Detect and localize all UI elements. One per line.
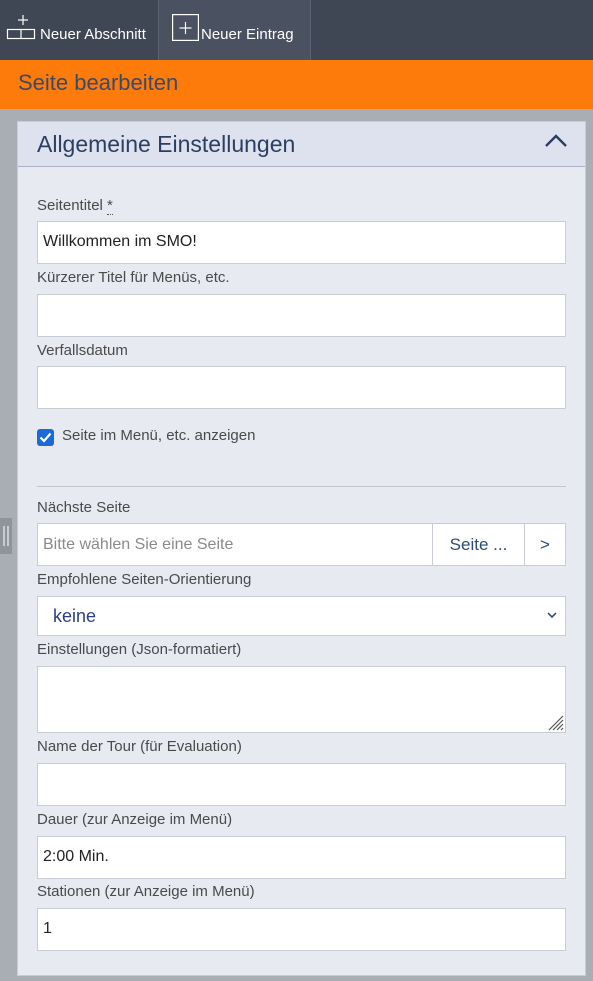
new-section-label: Neuer Abschnitt [40, 26, 146, 43]
settings-json-label: Einstellungen (Json-formatiert) [37, 641, 242, 658]
tour-name-label: Name der Tour (für Evaluation) [37, 738, 242, 755]
short-title-label: Kürzerer Titel für Menüs, etc. [37, 269, 230, 286]
chevron-up-icon[interactable] [543, 131, 569, 151]
duration-input[interactable]: 2:00 Min. [37, 836, 566, 879]
stations-label: Stationen (zur Anzeige im Menü) [37, 883, 255, 900]
expiry-date-label: Verfallsdatum [37, 342, 128, 359]
show-in-menu-label: Seite im Menü, etc. anzeigen [62, 427, 256, 444]
stations-input[interactable]: 1 [37, 908, 566, 951]
page-title-label: Seitentitel * [37, 197, 113, 215]
resize-handle-icon[interactable] [547, 714, 564, 731]
next-page-input[interactable]: Bitte wählen Sie eine Seite [37, 523, 433, 566]
short-title-input[interactable] [37, 294, 566, 337]
checkmark-icon [39, 432, 52, 443]
show-in-menu-checkbox[interactable] [37, 429, 54, 446]
page-header: Seite bearbeiten [0, 60, 593, 109]
sidebar-drag-handle[interactable] [0, 518, 12, 554]
orientation-label: Empfohlene Seiten-Orientierung [37, 571, 252, 588]
expiry-date-input[interactable] [37, 366, 566, 409]
settings-json-textarea[interactable] [37, 666, 566, 733]
choose-page-button[interactable]: Seite ... [433, 523, 525, 566]
orientation-selected-value: keine [53, 606, 97, 626]
chevron-down-icon [547, 612, 557, 619]
new-entry-label: Neuer Eintrag [201, 26, 294, 43]
panel-header: Allgemeine Einstellungen [18, 122, 585, 167]
section-divider [37, 486, 566, 487]
page-title: Seite bearbeiten [18, 70, 179, 95]
duration-label: Dauer (zur Anzeige im Menü) [37, 811, 233, 828]
general-settings-panel: Allgemeine Einstellungen Seitentitel * W… [17, 121, 586, 976]
tour-name-input[interactable] [37, 763, 566, 806]
panel-title: Allgemeine Einstellungen [37, 131, 296, 157]
orientation-select[interactable]: keine [37, 596, 566, 636]
page-title-input[interactable]: Willkommen im SMO! [37, 221, 566, 264]
go-to-page-button[interactable]: > [525, 523, 566, 566]
new-entry-button[interactable]: Neuer Eintrag [159, 0, 311, 60]
next-page-label: Nächste Seite [37, 499, 131, 516]
add-entry-icon [172, 14, 199, 41]
toolbar: Neuer Abschnitt Neuer Eintrag [0, 0, 593, 60]
next-page-picker: Bitte wählen Sie eine Seite Seite ... > [37, 523, 566, 566]
required-marker: * [107, 197, 113, 215]
new-section-button[interactable]: Neuer Abschnitt [0, 0, 159, 60]
add-section-icon [6, 15, 36, 40]
